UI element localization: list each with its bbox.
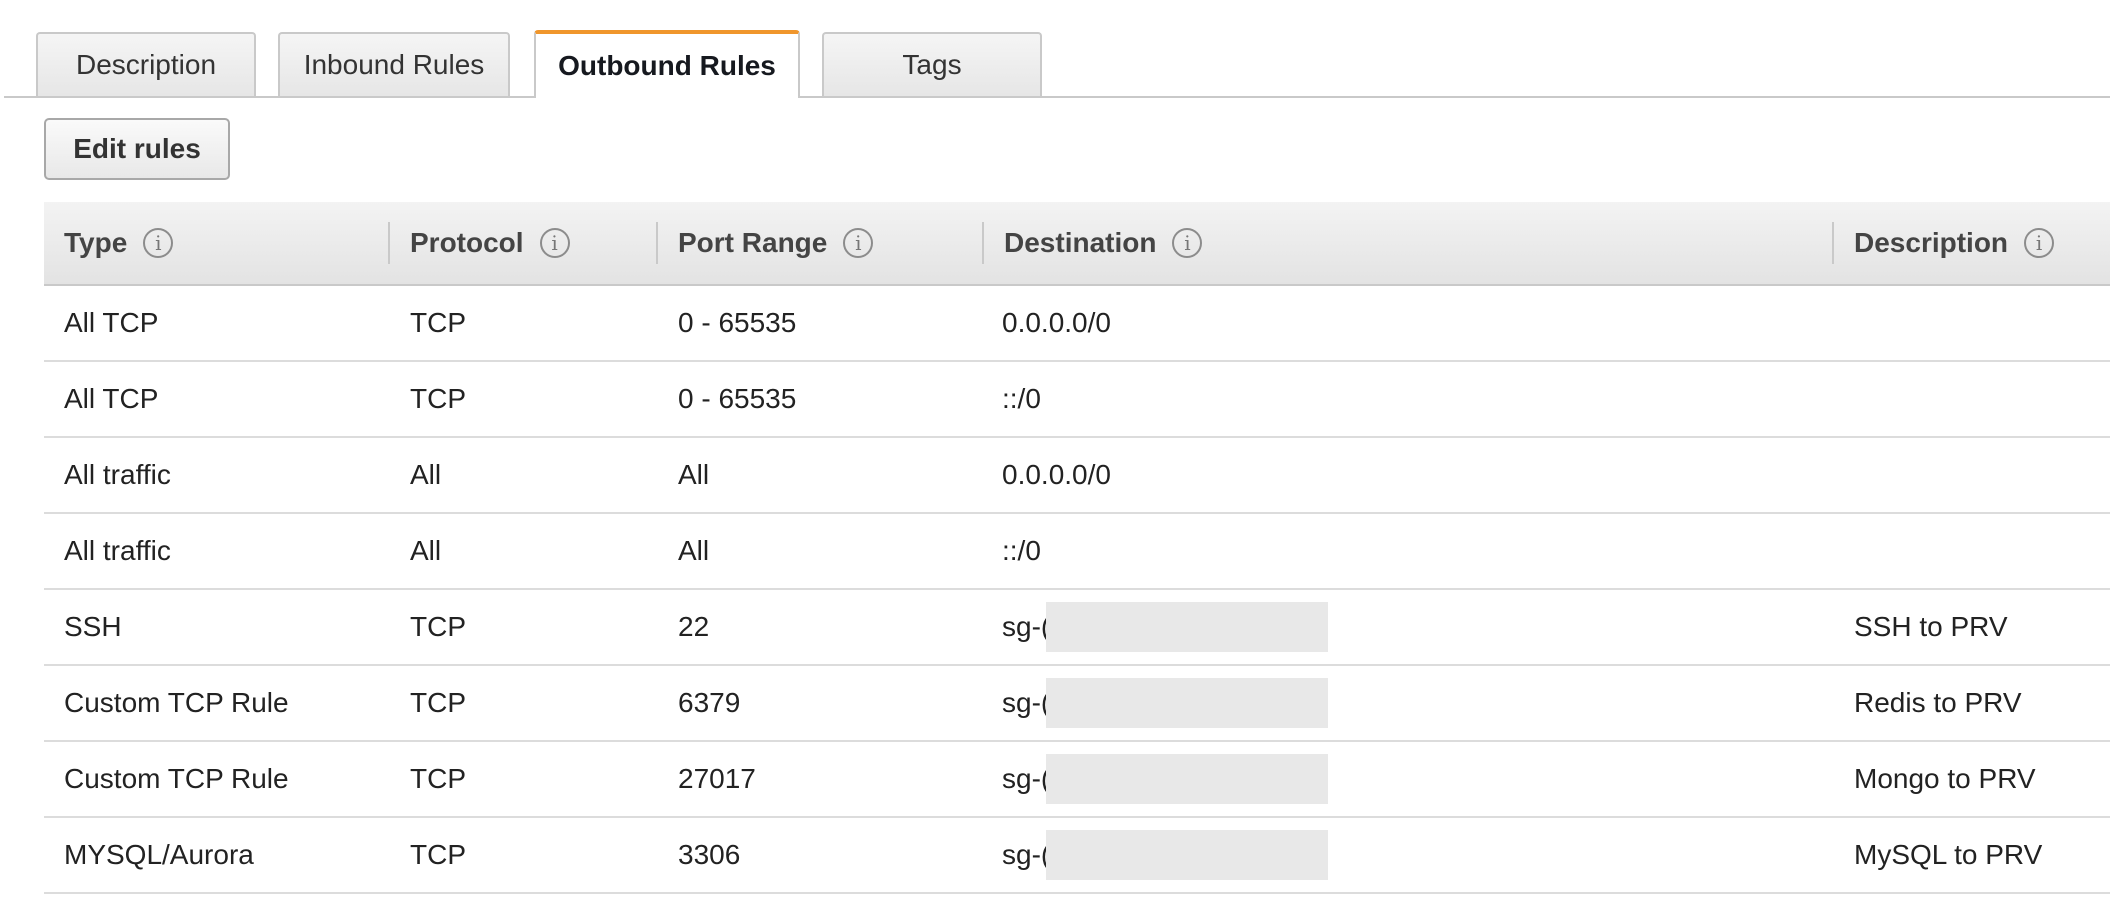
column-header-description[interactable]: Description i — [1854, 202, 2055, 284]
cell-protocol: TCP — [410, 307, 466, 338]
table-row[interactable]: All TCP TCP 0 - 65535 ::/0 — [44, 362, 2110, 438]
table-row[interactable]: Custom TCP Rule TCP 6379 sg-( Redis to P… — [44, 666, 2110, 742]
cell-destination: 0.0.0.0/0 — [1002, 459, 1111, 490]
table-row[interactable]: SSH TCP 22 sg-( SSH to PRV — [44, 590, 2110, 666]
column-header-label: Description — [1854, 227, 2009, 258]
cell-port-range: 0 - 65535 — [678, 383, 797, 414]
tab-label: Outbound Rules — [558, 50, 776, 81]
info-icon[interactable]: i — [143, 228, 174, 258]
column-header-port-range[interactable]: Port Range i — [678, 202, 874, 284]
table-row[interactable]: MYSQL/Aurora TCP 3306 sg-( MySQL to PRV — [44, 818, 2110, 894]
column-resize-handle[interactable] — [982, 222, 984, 264]
redaction-block — [1046, 602, 1328, 652]
tab-label: Tags — [902, 49, 962, 80]
redaction-block — [1046, 754, 1328, 804]
column-header-label: Type — [64, 227, 128, 258]
column-header-label: Port Range — [678, 227, 828, 258]
table-row[interactable]: All traffic All All 0.0.0.0/0 — [44, 438, 2110, 514]
column-header-type[interactable]: Type i — [64, 202, 174, 284]
cell-protocol: TCP — [410, 611, 466, 642]
table-row[interactable]: Custom TCP Rule TCP 27017 sg-( Mongo to … — [44, 742, 2110, 818]
tab-bar: Description Inbound Rules Outbound Rules… — [0, 0, 2110, 98]
cell-port-range: 0 - 65535 — [678, 307, 797, 338]
cell-port-range: All — [678, 459, 710, 490]
info-icon[interactable]: i — [539, 228, 570, 258]
cell-destination: ::/0 — [1002, 535, 1041, 566]
cell-destination: 0.0.0.0/0 — [1002, 307, 1111, 338]
column-resize-handle[interactable] — [388, 222, 390, 264]
cell-destination: sg-( — [1002, 839, 1051, 870]
table-row[interactable]: All TCP TCP 0 - 65535 0.0.0.0/0 — [44, 286, 2110, 362]
tab-inbound-rules[interactable]: Inbound Rules — [278, 32, 510, 96]
column-header-destination[interactable]: Destination i — [1004, 202, 1203, 284]
cell-type: SSH — [64, 611, 122, 642]
cell-type: MYSQL/Aurora — [64, 839, 254, 870]
column-header-label: Protocol — [410, 227, 524, 258]
cell-type: All TCP — [64, 307, 159, 338]
cell-description: Redis to PRV — [1854, 687, 2022, 718]
outbound-rules-table: Type i Protocol i Port Range i Destinati… — [44, 202, 2110, 894]
tab-label: Description — [75, 49, 217, 80]
cell-destination: sg-( — [1002, 687, 1051, 718]
tab-tags[interactable]: Tags — [822, 32, 1042, 96]
tab-outbound-rules[interactable]: Outbound Rules — [534, 30, 800, 98]
redaction-block — [1046, 678, 1328, 728]
cell-protocol: TCP — [410, 839, 466, 870]
cell-port-range: 3306 — [678, 839, 741, 870]
cell-destination: sg-( — [1002, 611, 1051, 642]
column-header-label: Destination — [1004, 227, 1157, 258]
cell-type: Custom TCP Rule — [64, 763, 289, 794]
info-icon[interactable]: i — [843, 228, 874, 258]
cell-destination: sg-( — [1002, 763, 1051, 794]
cell-port-range: 27017 — [678, 763, 756, 794]
table-row[interactable]: All traffic All All ::/0 — [44, 514, 2110, 590]
cell-protocol: All — [410, 535, 442, 566]
cell-port-range: 22 — [678, 611, 710, 642]
edit-rules-button[interactable]: Edit rules — [44, 118, 230, 180]
cell-protocol: TCP — [410, 687, 466, 718]
cell-type: All traffic — [64, 459, 171, 490]
cell-type: Custom TCP Rule — [64, 687, 289, 718]
redaction-block — [1046, 830, 1328, 880]
cell-destination: ::/0 — [1002, 383, 1041, 414]
cell-description: MySQL to PRV — [1854, 839, 2043, 870]
cell-protocol: TCP — [410, 763, 466, 794]
cell-type: All traffic — [64, 535, 171, 566]
cell-port-range: 6379 — [678, 687, 741, 718]
info-icon[interactable]: i — [2024, 228, 2055, 258]
cell-description: Mongo to PRV — [1854, 763, 2036, 794]
cell-protocol: TCP — [410, 383, 466, 414]
cell-port-range: All — [678, 535, 710, 566]
column-header-protocol[interactable]: Protocol i — [410, 202, 570, 284]
column-resize-handle[interactable] — [1832, 222, 1834, 264]
cell-protocol: All — [410, 459, 442, 490]
tab-description[interactable]: Description — [36, 32, 256, 96]
tab-label: Inbound Rules — [303, 49, 485, 80]
table-header: Type i Protocol i Port Range i Destinati… — [44, 202, 2110, 286]
cell-description: SSH to PRV — [1854, 611, 2008, 642]
cell-type: All TCP — [64, 383, 159, 414]
info-icon[interactable]: i — [1172, 228, 1203, 258]
column-resize-handle[interactable] — [656, 222, 658, 264]
tab-bar-divider — [4, 96, 2110, 98]
